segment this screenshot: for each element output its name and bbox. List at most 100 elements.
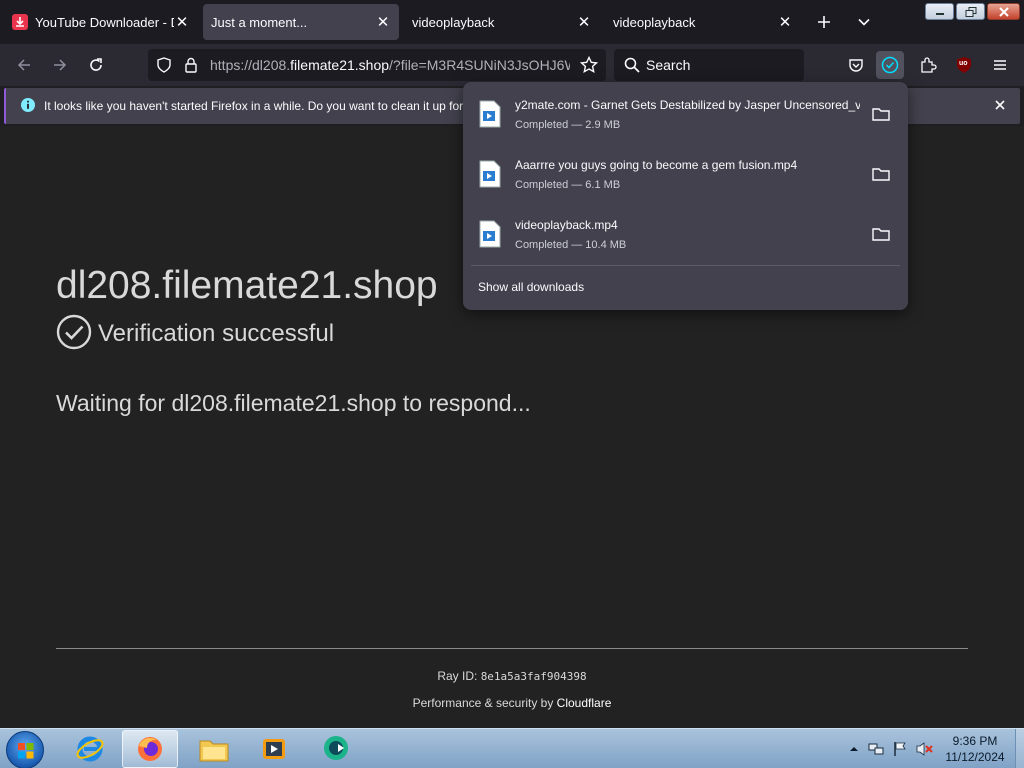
tab-videoplayback-2[interactable]: videoplayback ✕	[605, 4, 801, 40]
close-icon	[998, 6, 1009, 17]
tab-just-a-moment[interactable]: Just a moment... ✕	[203, 4, 399, 40]
download-favicon-icon	[12, 14, 28, 30]
show-hidden-icons-button[interactable]	[846, 741, 862, 757]
bookmark-star-icon[interactable]	[579, 55, 599, 79]
tab-strip: YouTube Downloader - Do ✕ Just a moment.…	[0, 0, 1024, 44]
ublock-origin-button[interactable]: uo	[950, 51, 978, 79]
page-title: dl208.filemate21.shop	[56, 264, 438, 307]
waiting-message: Waiting for dl208.filemate21.shop to res…	[56, 390, 531, 416]
footer-divider	[56, 648, 968, 649]
taskbar-internet-explorer[interactable]	[62, 730, 118, 768]
download-filename: Aaarrre you guys going to become a gem f…	[515, 158, 798, 172]
notification-message: It looks like you haven't started Firefo…	[44, 99, 464, 113]
extensions-button[interactable]	[914, 51, 942, 79]
taskbar-app[interactable]	[308, 730, 364, 768]
close-tab-icon[interactable]: ✕	[375, 14, 391, 31]
plus-icon	[818, 16, 830, 28]
lock-icon[interactable]	[184, 57, 198, 78]
download-item[interactable]: y2mate.com - Garnet Gets Destabilized by…	[471, 86, 901, 142]
firefox-icon	[138, 737, 162, 761]
puzzle-icon	[921, 57, 937, 73]
download-status: Completed — 6.1 MB	[515, 179, 621, 191]
downloads-complete-icon	[881, 56, 899, 74]
url-text[interactable]: https://dl208.filemate21.shop/?file=M3R4…	[210, 57, 570, 73]
start-button[interactable]	[6, 731, 44, 768]
internet-explorer-icon	[76, 736, 104, 762]
show-desktop-button[interactable]	[1015, 729, 1024, 768]
arrow-left-icon	[17, 59, 30, 71]
check-circle-icon	[56, 314, 92, 355]
chevron-up-icon	[850, 747, 858, 751]
restore-icon	[965, 6, 976, 17]
tab-title: Just a moment...	[211, 14, 308, 30]
volume-tray-icon[interactable]	[916, 741, 933, 757]
reload-button[interactable]	[82, 51, 110, 79]
volume-muted-icon	[916, 742, 933, 756]
action-center-tray-icon[interactable]	[892, 741, 908, 757]
arrow-right-icon	[54, 59, 67, 71]
network-icon	[868, 743, 884, 755]
url-domain: filemate21.shop	[290, 57, 390, 73]
tab-title: videoplayback	[412, 14, 495, 30]
downloads-separator	[471, 265, 900, 266]
search-icon	[624, 57, 640, 78]
download-filename: videoplayback.mp4	[515, 218, 618, 232]
performance-footer: Performance & security by Cloudflare	[0, 696, 1024, 710]
folder-icon[interactable]	[871, 164, 891, 184]
reload-icon	[90, 58, 102, 71]
app-menu-button[interactable]	[986, 51, 1014, 79]
restore-button[interactable]	[956, 3, 985, 20]
chevron-down-icon	[858, 18, 870, 26]
close-tab-icon[interactable]: ✕	[174, 14, 190, 31]
show-all-downloads-button[interactable]: Show all downloads	[478, 280, 584, 294]
video-file-icon	[479, 160, 501, 188]
media-player-icon	[263, 739, 285, 759]
minimize-icon	[935, 12, 944, 15]
ublock-badge: uo	[959, 60, 968, 67]
close-tab-icon[interactable]: ✕	[576, 14, 592, 31]
taskbar-media-player[interactable]	[246, 730, 302, 768]
close-window-button[interactable]	[987, 3, 1020, 20]
tab-youtube-downloader[interactable]: YouTube Downloader - Do ✕	[4, 4, 198, 40]
tab-title: videoplayback	[613, 14, 696, 30]
perf-prefix: Performance & security by	[412, 696, 557, 710]
download-status: Completed — 10.4 MB	[515, 239, 627, 251]
folder-icon[interactable]	[871, 104, 891, 124]
search-placeholder: Search	[646, 57, 691, 73]
verification-label: Verification successful	[98, 320, 335, 347]
verification-status: Verification successful	[56, 314, 335, 355]
ray-id-value: 8e1a5a3faf904398	[480, 670, 587, 683]
taskbar-firefox[interactable]	[122, 730, 178, 768]
download-item[interactable]: Aaarrre you guys going to become a gem f…	[471, 146, 901, 202]
folder-icon[interactable]	[871, 224, 891, 244]
forward-button[interactable]	[46, 51, 74, 79]
close-notification-icon[interactable]	[993, 98, 1007, 117]
clock-date: 11/12/2024	[945, 750, 1005, 764]
taskbar-file-explorer[interactable]	[186, 730, 242, 768]
tab-videoplayback-1[interactable]: videoplayback ✕	[404, 4, 600, 40]
back-button[interactable]	[10, 51, 38, 79]
hamburger-menu-icon	[994, 60, 1006, 70]
ray-id: Ray ID: 8e1a5a3faf904398	[0, 669, 1024, 683]
network-tray-icon[interactable]	[868, 741, 884, 757]
flag-icon	[894, 742, 906, 756]
video-file-icon	[479, 220, 501, 248]
minimize-button[interactable]	[925, 3, 954, 20]
downloads-button[interactable]	[876, 51, 904, 79]
download-item[interactable]: videoplayback.mp4 Completed — 10.4 MB	[471, 206, 901, 262]
close-tab-icon[interactable]: ✕	[777, 14, 793, 31]
url-bar[interactable]: https://dl208.filemate21.shop/?file=M3R4…	[148, 49, 606, 81]
url-prefix: https://dl208.	[210, 57, 291, 73]
clock-time: 9:36 PM	[952, 734, 998, 748]
pocket-button[interactable]	[842, 51, 870, 79]
search-bar[interactable]: Search	[614, 49, 804, 81]
system-clock[interactable]: 9:36 PM 11/12/2024	[938, 733, 1012, 765]
tab-title: YouTube Downloader - Do	[35, 14, 174, 30]
new-tab-button[interactable]	[810, 8, 838, 36]
cloudflare-link[interactable]: Cloudflare	[557, 696, 612, 710]
url-suffix: /?file=M3R4SUNiN3JsOHJ6W	[389, 57, 570, 73]
list-all-tabs-button[interactable]	[850, 8, 878, 36]
info-icon	[20, 97, 36, 118]
navigation-toolbar: https://dl208.filemate21.shop/?file=M3R4…	[0, 44, 1024, 86]
tracking-protection-icon[interactable]	[156, 57, 172, 78]
